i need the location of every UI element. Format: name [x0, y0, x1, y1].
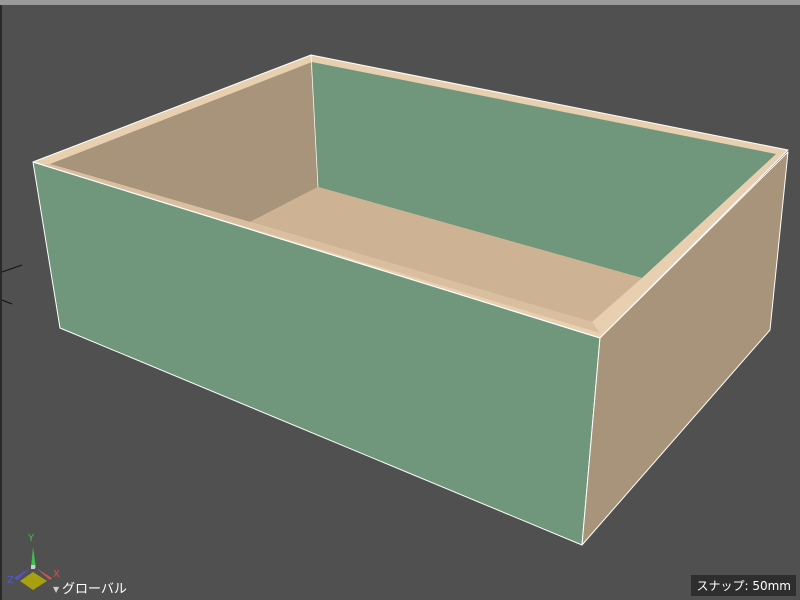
x-axis-label: X: [53, 569, 60, 580]
coordinate-dropdown-arrow-icon[interactable]: ▼: [53, 585, 59, 594]
axis-gizmo: Y X Z: [7, 533, 60, 590]
origin-marker: [1, 264, 23, 305]
y-axis-label: Y: [27, 533, 35, 544]
coordinate-mode-selector[interactable]: グローバル: [62, 578, 127, 597]
3d-viewport[interactable]: Y X Z: [0, 0, 800, 600]
y-axis-icon: [31, 547, 36, 568]
xz-plane-icon: [20, 572, 47, 590]
z-axis-label: Z: [7, 575, 14, 586]
box-model[interactable]: [32, 54, 789, 546]
snap-status: スナップ: 50mm: [691, 575, 796, 596]
